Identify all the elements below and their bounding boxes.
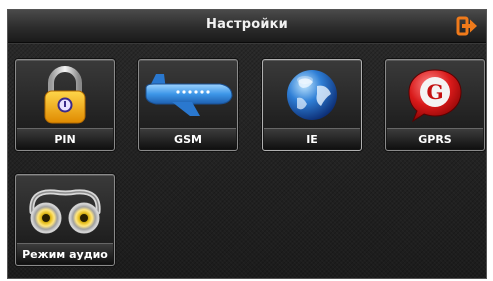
speakers-icon: [29, 189, 101, 234]
tile-label: GSM: [140, 128, 236, 149]
g-badge-icon: G: [408, 69, 462, 123]
exit-icon: [456, 16, 477, 36]
airplane-icon: [145, 74, 233, 116]
tile-label: Режим аудио: [17, 243, 113, 264]
svg-text:G: G: [426, 80, 443, 104]
tile-label: PIN: [17, 128, 113, 149]
tile-pin[interactable]: PIN: [15, 59, 115, 151]
tile-gprs[interactable]: G GPRS: [385, 59, 485, 151]
padlock-icon: [44, 66, 86, 124]
tile-audio-mode[interactable]: Режим аудио: [15, 174, 115, 266]
globe-icon: [287, 70, 337, 120]
tile-label: IE: [264, 128, 360, 149]
exit-button[interactable]: [456, 16, 478, 36]
tile-ie[interactable]: IE: [262, 59, 362, 151]
tile-label: GPRS: [387, 128, 483, 149]
settings-screen: Настройки PIN GSM IE G GPRS Режим аудио: [7, 9, 487, 279]
tile-gsm[interactable]: GSM: [138, 59, 238, 151]
page-title: Настройки: [206, 17, 288, 32]
title-bar: Настройки: [8, 10, 486, 43]
